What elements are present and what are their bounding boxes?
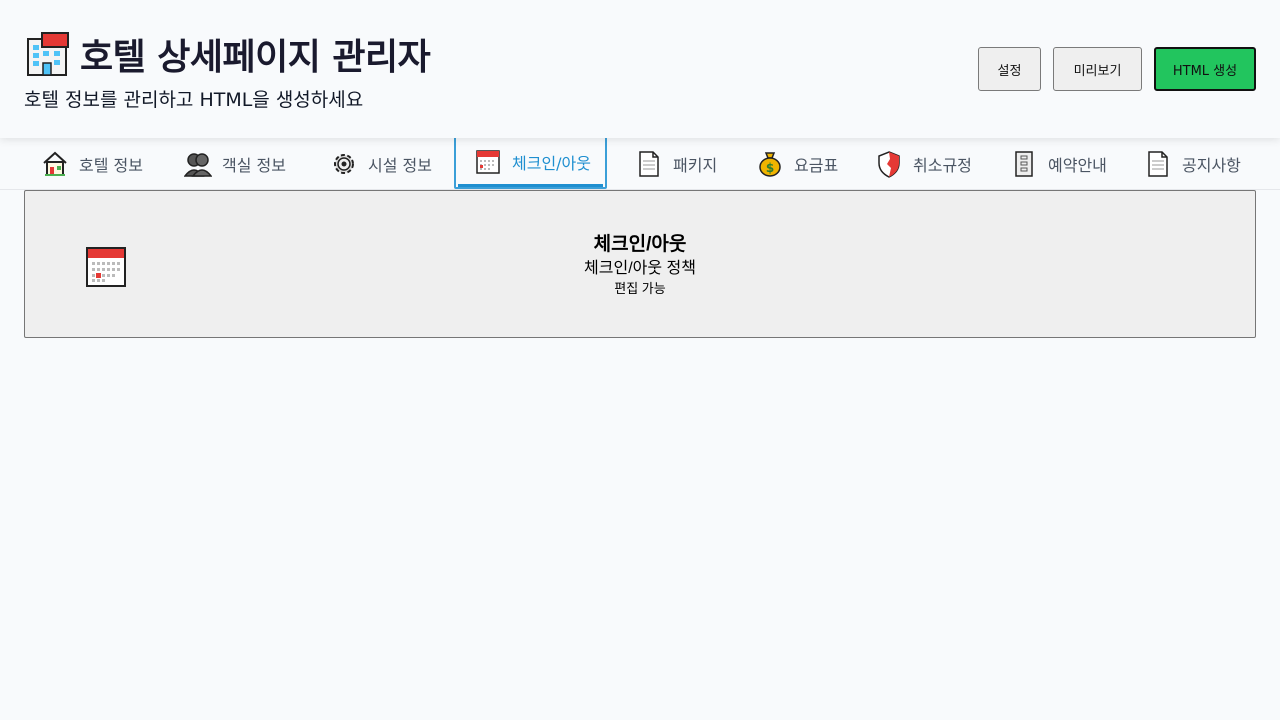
money-bag-icon: $ [759,152,781,177]
tab-label: 체크인/아웃 [512,154,591,173]
section-title: 체크인/아웃 [593,234,687,255]
settings-button[interactable]: 설정 [978,47,1041,91]
tab-label: 요금표 [794,156,839,175]
house-icon [43,151,67,176]
tab-bar: 호텔 정보 객실 정보 시설 정보 체크인/아웃 패키지 $ 요금표 취소규정 … [0,135,1280,190]
tab-label: 시설 정보 [368,156,432,175]
tab-rates[interactable]: $ 요금표 [756,138,838,190]
pager-icon [1015,151,1033,177]
preview-button[interactable]: 미리보기 [1053,47,1142,91]
section-hint: 편집 가능 [614,281,666,296]
tab-label: 객실 정보 [222,156,286,175]
shield-icon [878,151,900,178]
section-card-text: 체크인/아웃 체크인/아웃 정책 편집 가능 [25,233,1255,297]
tab-hotel-info[interactable]: 호텔 정보 [41,138,143,190]
tab-label: 패키지 [673,156,718,175]
app-header: 호텔 상세페이지 관리자 호텔 정보를 관리하고 HTML을 생성하세요 설정 … [0,0,1280,138]
hotel-icon [27,32,69,76]
page-title: 호텔 상세페이지 관리자 [80,37,431,78]
tab-reservation-guide[interactable]: 예약안내 [1010,138,1107,190]
tab-label: 취소규정 [913,156,972,175]
people-icon [184,153,212,177]
section-description: 체크인/아웃 정책 [584,260,696,277]
tab-label: 공지사항 [1182,156,1241,175]
document-icon [1148,151,1168,177]
tab-cancellation[interactable]: 취소규정 [875,138,972,190]
svg-text:$: $ [766,161,774,175]
tab-notice[interactable]: 공지사항 [1144,138,1241,190]
generate-html-button[interactable]: HTML 생성 [1154,47,1256,91]
calendar-icon [476,150,500,174]
page-subtitle: 호텔 정보를 관리하고 HTML을 생성하세요 [24,89,364,111]
tab-room-info[interactable]: 객실 정보 [184,138,286,190]
tab-checkin-checkout[interactable]: 체크인/아웃 [454,135,607,189]
title-row: 호텔 상세페이지 관리자 [24,28,431,80]
section-card-checkin-checkout[interactable]: 체크인/아웃 체크인/아웃 정책 편집 가능 [24,190,1256,338]
tab-label: 호텔 정보 [79,156,143,175]
tab-label: 예약안내 [1048,156,1107,175]
tab-facility-info[interactable]: 시설 정보 [330,138,432,190]
tab-package[interactable]: 패키지 [635,138,717,190]
document-icon [639,151,659,177]
gear-icon [334,154,354,174]
